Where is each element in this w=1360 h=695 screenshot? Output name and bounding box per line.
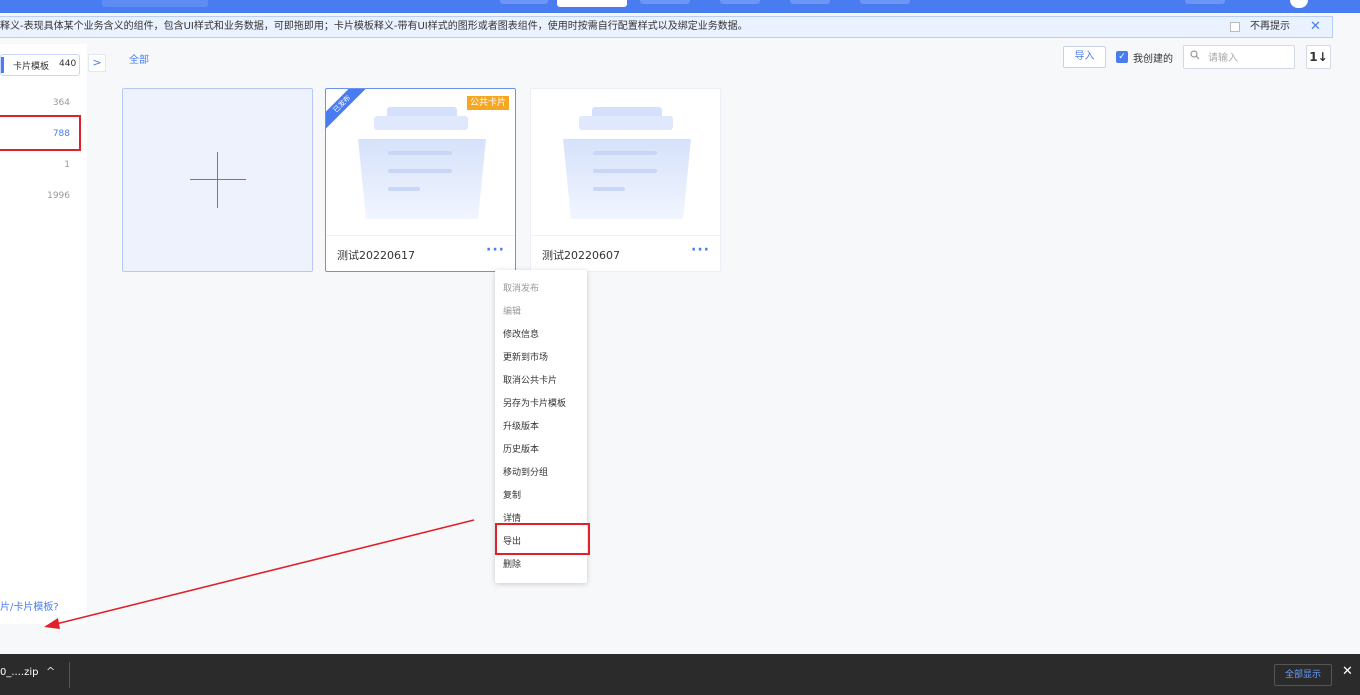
close-icon[interactable]: ✕: [1342, 664, 1353, 679]
download-file-name[interactable]: 0_....zip: [0, 667, 38, 678]
chevron-up-icon[interactable]: ^: [46, 665, 55, 678]
annotation-arrow: [44, 519, 475, 629]
show-all-button[interactable]: 全部显示: [1274, 664, 1332, 686]
divider: [69, 662, 70, 688]
download-bar: 0_....zip ^ 全部显示 ✕: [0, 654, 1360, 695]
